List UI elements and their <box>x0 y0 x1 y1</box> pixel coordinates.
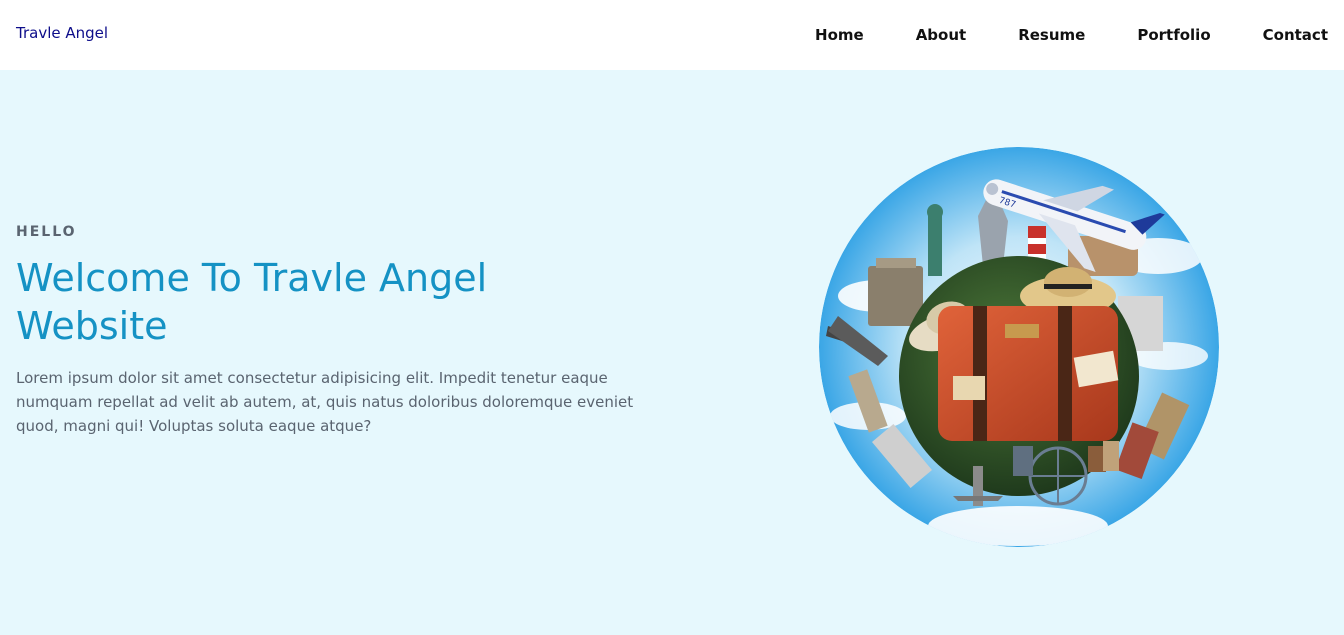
hero-image: 787 <box>818 146 1220 548</box>
nav-link-resume[interactable]: Resume <box>992 26 1111 44</box>
top-navbar: Travle Angel Home About Resume Portfolio… <box>0 0 1344 70</box>
nav-link-home[interactable]: Home <box>789 26 890 44</box>
hero-kicker: HELLO <box>16 224 77 240</box>
hero-description: Lorem ipsum dolor sit amet consectetur a… <box>16 369 634 435</box>
hero-title: Welcome To Travle Angel Website <box>16 256 488 348</box>
nav-link-about[interactable]: About <box>890 26 993 44</box>
nav-links: Home About Resume Portfolio Contact <box>789 0 1328 70</box>
travel-globe-illustration-icon: 787 <box>819 147 1219 547</box>
nav-item-contact: Contact <box>1237 26 1328 44</box>
nav-item-portfolio: Portfolio <box>1111 26 1236 44</box>
nav-link-portfolio[interactable]: Portfolio <box>1111 26 1236 44</box>
nav-link-contact[interactable]: Contact <box>1237 26 1328 44</box>
nav-item-resume: Resume <box>992 26 1111 44</box>
nav-item-home: Home <box>789 26 890 44</box>
hero-section: HELLO Welcome To Travle Angel Website Lo… <box>0 70 1344 635</box>
brand-logo-link[interactable]: Travle Angel <box>16 24 108 42</box>
nav-item-about: About <box>890 26 993 44</box>
